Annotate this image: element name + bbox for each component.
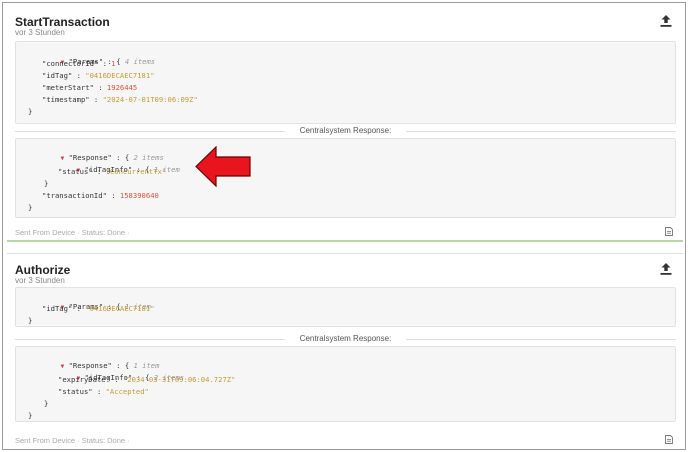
json-row: "timestamp" : "2024-07-01T09:06:09Z" [42,95,198,104]
card-time: vor 3 Stunden [15,28,65,37]
json-brace: } [28,316,33,325]
json-brace: } [28,107,33,116]
upload-icon[interactable] [659,262,673,276]
response-label: Centralsystem Response: [15,334,676,343]
card-title: Authorize [15,263,71,277]
json-row: "idTag" : "0416DECAEC7181" [42,71,155,80]
card-footer: Sent From Device · Status: Done · [15,228,130,237]
json-row: "meterStart" : 1926445 [42,83,138,92]
response-code-block: ▼ "Response" : { 2 items ▼ "idTagInfo" :… [15,138,676,218]
app-frame: StartTransaction vor 3 Stunden ▼ "Params… [2,2,686,450]
card-title: StartTransaction [15,15,110,29]
card-footer: Sent From Device · Status: Done · [15,436,130,445]
json-brace: } [44,179,49,188]
json-row: "transactionId" : 158390640 [42,191,159,200]
json-brace: } [44,399,49,408]
document-icon[interactable] [665,435,673,444]
response-label: Centralsystem Response: [15,126,676,135]
json-brace: } [28,203,33,212]
json-row: "idTag" : "0416DECAEC7181" [42,304,155,313]
message-card-authorize: Authorize vor 3 Stunden ▼ "Params" : { 1… [7,253,683,449]
json-row: "status" : "ConcurrentTx" [58,167,167,176]
json-row: "expiryDate" : "2034-03-31T09:06:04.727Z… [58,375,236,384]
json-brace: } [28,411,33,420]
json-row: "status" : "Accepted" [58,387,149,396]
document-icon[interactable] [665,227,673,236]
card-time: vor 3 Stunden [15,276,65,285]
upload-icon[interactable] [659,14,673,28]
json-row: "connectorId" : 1 [42,59,116,68]
response-code-block: ▼ "Response" : { 1 item ▼ "idTagInfo" : … [15,346,676,422]
params-code-block: ▼ "Params" : { 4 items "connectorId" : 1… [15,41,676,124]
message-card-start-transaction: StartTransaction vor 3 Stunden ▼ "Params… [7,6,683,242]
params-code-block: ▼ "Params" : { 1 item "idTag" : "0416DEC… [15,287,676,327]
red-arrow-annotation-icon [195,146,251,187]
